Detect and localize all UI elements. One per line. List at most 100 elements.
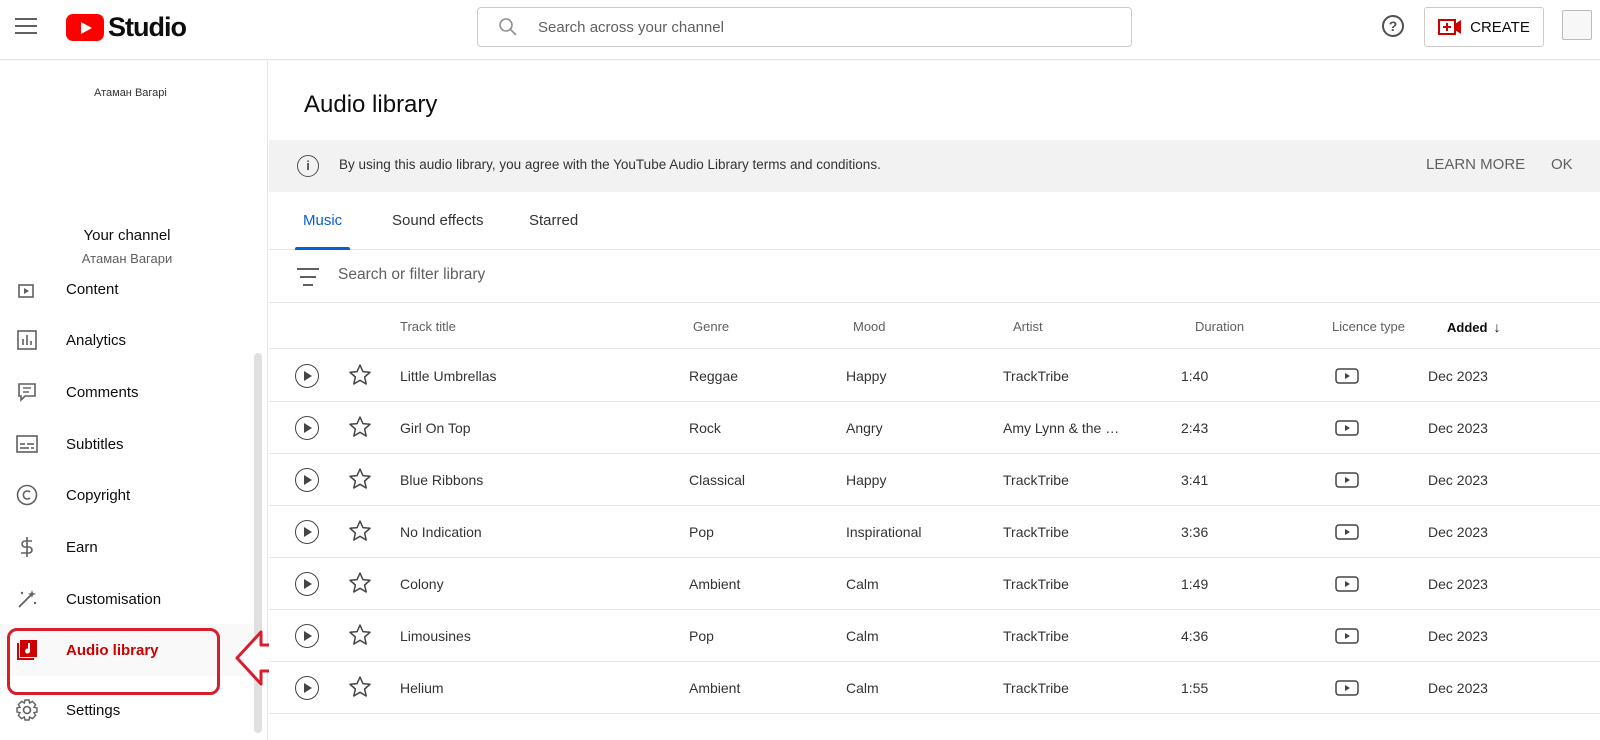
- column-track-title[interactable]: Track title: [400, 319, 456, 334]
- track-added-date: Dec 2023: [1428, 420, 1488, 436]
- analytics-icon: [16, 329, 38, 351]
- play-icon[interactable]: [295, 520, 319, 544]
- page-title: Audio library: [304, 91, 438, 118]
- play-icon[interactable]: [295, 676, 319, 700]
- column-added-label: Added: [1447, 320, 1488, 335]
- sidebar-item-copyright[interactable]: Copyright: [0, 469, 254, 521]
- channel-avatar-image[interactable]: Атаман Вагарі: [94, 87, 167, 99]
- star-icon[interactable]: [348, 363, 372, 387]
- track-genre: Ambient: [689, 680, 741, 696]
- table-row[interactable]: Little Umbrellas Reggae Happy TrackTribe 1:4…: [269, 350, 1600, 402]
- column-artist[interactable]: Artist: [1013, 319, 1043, 334]
- filter-icon[interactable]: [297, 268, 319, 286]
- play-icon[interactable]: [295, 624, 319, 648]
- track-artist[interactable]: TrackTribe: [1003, 576, 1069, 592]
- star-icon[interactable]: [348, 675, 372, 699]
- track-artist[interactable]: TrackTribe: [1003, 680, 1069, 696]
- tab-music[interactable]: Music: [294, 212, 351, 250]
- track-artist[interactable]: Amy Lynn & the …: [1003, 420, 1119, 436]
- sidebar-item-analytics[interactable]: Analytics: [0, 314, 254, 366]
- annotation-highlight-box: [7, 628, 220, 695]
- track-mood: Calm: [846, 628, 879, 644]
- track-title: Colony: [400, 576, 444, 592]
- tab-starred[interactable]: Starred: [529, 212, 578, 250]
- play-icon[interactable]: [295, 572, 319, 596]
- track-duration: 1:55: [1181, 680, 1209, 696]
- star-icon[interactable]: [348, 571, 372, 595]
- play-icon[interactable]: [295, 364, 319, 388]
- track-artist[interactable]: TrackTribe: [1003, 524, 1069, 540]
- track-added-date: Dec 2023: [1428, 680, 1488, 696]
- track-artist[interactable]: TrackTribe: [1003, 368, 1069, 384]
- play-icon[interactable]: [295, 468, 319, 492]
- column-mood[interactable]: Mood: [853, 319, 886, 334]
- help-icon[interactable]: ?: [1382, 15, 1404, 37]
- table-row[interactable]: Limousines Pop Calm TrackTribe 4:36 Dec 2023: [269, 610, 1600, 662]
- track-title: Blue Ribbons: [400, 472, 484, 488]
- learn-more-button[interactable]: LEARN MORE: [1426, 156, 1525, 173]
- track-title: Limousines: [400, 628, 471, 644]
- table-row[interactable]: Girl On Top Rock Angry Amy Lynn & the … 2:43…: [269, 402, 1600, 454]
- table-row[interactable]: Colony Ambient Calm TrackTribe 1:49 Dec 2023: [269, 558, 1600, 610]
- youtube-licence-icon: [1335, 420, 1359, 436]
- filter-input[interactable]: [338, 266, 838, 284]
- play-icon[interactable]: [295, 416, 319, 440]
- account-avatar[interactable]: [1562, 10, 1592, 40]
- tab-bar: Music Sound effects Starred: [269, 192, 1600, 250]
- menu-icon[interactable]: [14, 14, 38, 38]
- info-icon: i: [297, 155, 319, 177]
- table-header: Track title Genre Mood Artist Duration L…: [269, 304, 1600, 349]
- ok-button[interactable]: OK: [1551, 156, 1573, 173]
- track-artist[interactable]: TrackTribe: [1003, 472, 1069, 488]
- sidebar-item-label: Comments: [66, 383, 139, 401]
- track-title: Helium: [400, 680, 444, 696]
- tab-sound-effects[interactable]: Sound effects: [392, 212, 483, 250]
- sidebar-item-label: Earn: [66, 538, 98, 556]
- track-added-date: Dec 2023: [1428, 628, 1488, 644]
- channel-search-box[interactable]: [477, 7, 1132, 47]
- track-duration: 3:41: [1181, 472, 1209, 488]
- sidebar-item-subtitles[interactable]: Subtitles: [0, 418, 254, 470]
- youtube-logo-icon: [66, 14, 104, 41]
- filter-bar: [269, 251, 1600, 303]
- search-input[interactable]: [538, 18, 1098, 36]
- track-mood: Happy: [846, 472, 887, 488]
- table-row[interactable]: No Indication Pop Inspirational TrackTribe 3…: [269, 506, 1600, 558]
- column-licence-type[interactable]: Licence type: [1332, 319, 1405, 334]
- column-genre[interactable]: Genre: [693, 319, 729, 334]
- sidebar-item-comments[interactable]: Comments: [0, 366, 254, 418]
- sidebar-item-customisation[interactable]: Customisation: [0, 573, 254, 625]
- track-artist[interactable]: TrackTribe: [1003, 628, 1069, 644]
- copyright-icon: [16, 484, 38, 506]
- table-row[interactable]: Blue Ribbons Classical Happy TrackTribe 3:41…: [269, 454, 1600, 506]
- track-title: Girl On Top: [400, 420, 471, 436]
- track-genre: Pop: [689, 524, 714, 540]
- customisation-icon: [16, 588, 38, 610]
- track-genre: Pop: [689, 628, 714, 644]
- studio-logo[interactable]: Studio: [66, 12, 187, 43]
- star-icon[interactable]: [348, 415, 372, 439]
- sidebar-item-content[interactable]: Content: [0, 263, 254, 315]
- star-icon[interactable]: [348, 623, 372, 647]
- column-added[interactable]: Added ↓: [1447, 319, 1500, 335]
- track-mood: Angry: [846, 420, 883, 436]
- track-mood: Happy: [846, 368, 887, 384]
- table-row[interactable]: Helium Ambient Calm TrackTribe 1:55 Dec 2023: [269, 662, 1600, 714]
- main-content: Audio library i By using this audio libr…: [269, 61, 1600, 740]
- logo-text: Studio: [108, 12, 187, 42]
- star-icon[interactable]: [348, 467, 372, 491]
- youtube-licence-icon: [1335, 628, 1359, 644]
- track-genre: Ambient: [689, 576, 741, 592]
- track-title: No Indication: [400, 524, 482, 540]
- track-added-date: Dec 2023: [1428, 368, 1488, 384]
- youtube-licence-icon: [1335, 576, 1359, 592]
- track-duration: 1:49: [1181, 576, 1209, 592]
- sidebar-item-earn[interactable]: Earn: [0, 521, 254, 573]
- sidebar-item-label: Content: [66, 280, 119, 298]
- column-duration[interactable]: Duration: [1195, 319, 1244, 334]
- star-icon[interactable]: [348, 519, 372, 543]
- create-button[interactable]: CREATE: [1424, 7, 1544, 47]
- track-title: Little Umbrellas: [400, 368, 497, 384]
- content-icon: [16, 278, 38, 300]
- youtube-licence-icon: [1335, 680, 1359, 696]
